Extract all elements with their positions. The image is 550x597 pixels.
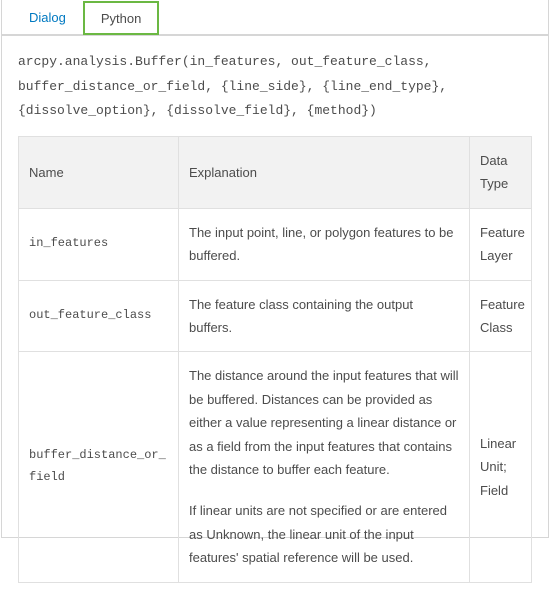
param-type: Linear Unit; Field [470, 352, 532, 582]
table-row: buffer_distance_or_field The distance ar… [19, 352, 532, 582]
content-area: arcpy.analysis.Buffer(in_features, out_f… [2, 36, 548, 597]
doc-panel: Dialog Python arcpy.analysis.Buffer(in_f… [1, 0, 549, 538]
param-explanation-p1: The distance around the input features t… [189, 364, 459, 481]
param-name: in_features [19, 208, 179, 280]
param-name: out_feature_class [19, 280, 179, 352]
param-explanation-p2: If linear units are not specified or are… [189, 499, 459, 569]
params-table: Name Explanation Data Type in_features T… [18, 136, 532, 582]
param-type: Feature Layer [470, 208, 532, 280]
param-type: Feature Class [470, 280, 532, 352]
tab-python[interactable]: Python [83, 1, 159, 35]
header-name: Name [19, 137, 179, 209]
param-explanation: The distance around the input features t… [179, 352, 470, 582]
table-row: in_features The input point, line, or po… [19, 208, 532, 280]
param-explanation: The input point, line, or polygon featur… [179, 208, 470, 280]
param-explanation: The feature class containing the output … [179, 280, 470, 352]
table-row: out_feature_class The feature class cont… [19, 280, 532, 352]
tab-bar: Dialog Python [2, 0, 548, 36]
header-explanation: Explanation [179, 137, 470, 209]
syntax-line: arcpy.analysis.Buffer(in_features, out_f… [18, 50, 532, 124]
table-header-row: Name Explanation Data Type [19, 137, 532, 209]
header-datatype: Data Type [470, 137, 532, 209]
param-name: buffer_distance_or_field [19, 352, 179, 582]
tab-dialog[interactable]: Dialog [12, 1, 83, 35]
